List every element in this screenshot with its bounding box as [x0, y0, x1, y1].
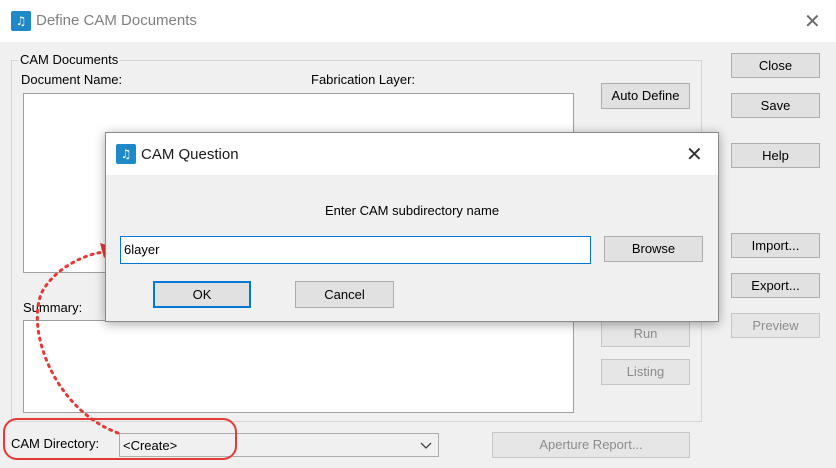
- app-logo-icon: ♫: [116, 144, 136, 164]
- dialog-title: CAM Question: [141, 146, 239, 163]
- browse-button[interactable]: Browse: [604, 236, 703, 262]
- ok-button[interactable]: OK: [153, 281, 251, 308]
- subdirectory-input-value: 6layer: [124, 242, 160, 257]
- cancel-button[interactable]: Cancel: [295, 281, 394, 308]
- cam-question-dialog: ♫ CAM Question ✕ Enter CAM subdirectory …: [105, 132, 719, 322]
- close-icon[interactable]: ✕: [686, 144, 703, 164]
- subdirectory-input[interactable]: 6layer: [120, 236, 591, 264]
- dialog-prompt: Enter CAM subdirectory name: [324, 203, 500, 218]
